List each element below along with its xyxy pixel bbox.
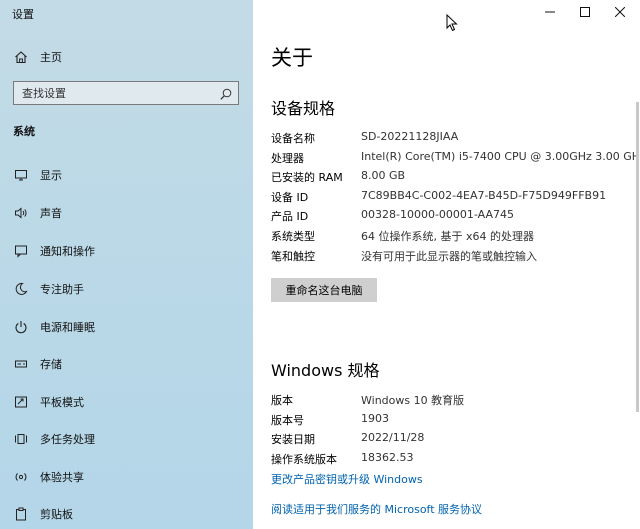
service-agreement-link[interactable]: 阅读适用于我们服务的 Microsoft 服务协议 <box>271 501 482 517</box>
sidebar-item-power[interactable]: 电源和睡眠 <box>0 312 253 342</box>
spec-key: 安装日期 <box>271 433 315 446</box>
spec-value: 没有可用于此显示器的笔或触控输入 <box>361 250 537 263</box>
spec-row: 安装日期 2022/11/28 <box>271 431 631 449</box>
clipboard-icon <box>13 506 29 522</box>
close-button[interactable] <box>610 4 630 20</box>
search-icon[interactable] <box>219 86 233 100</box>
sidebar-item-storage[interactable]: 存储 <box>0 349 253 379</box>
spec-row: 笔和触控 没有可用于此显示器的笔或触控输入 <box>271 248 631 266</box>
spec-key: 版本号 <box>271 414 304 427</box>
spec-key: 设备 ID <box>271 191 309 204</box>
sidebar-item-label: 剪贴板 <box>40 508 73 521</box>
spec-value: SD-20221128JIAA <box>361 130 459 143</box>
spec-row: 系统类型 64 位操作系统, 基于 x64 的处理器 <box>271 228 631 246</box>
change-product-key-link[interactable]: 更改产品密钥或升级 Windows <box>271 471 423 487</box>
sidebar-item-multitasking[interactable]: 多任务处理 <box>0 424 253 454</box>
sidebar-item-label: 显示 <box>40 169 62 182</box>
sidebar-item-notifications[interactable]: 通知和操作 <box>0 236 253 266</box>
spec-row: 产品 ID 00328-10000-00001-AA745 <box>271 208 631 226</box>
spec-value: Intel(R) Core(TM) i5-7400 CPU @ 3.00GHz … <box>361 150 640 163</box>
sidebar-item-label: 主页 <box>40 51 62 64</box>
sidebar-item-label: 存储 <box>40 358 62 371</box>
spec-value: 18362.53 <box>361 451 414 464</box>
device-spec-heading: 设备规格 <box>271 99 336 118</box>
spec-key: 处理器 <box>271 152 304 165</box>
spec-row: 操作系统版本 18362.53 <box>271 451 631 469</box>
sidebar-item-home[interactable]: 主页 <box>0 42 253 72</box>
scrollbar[interactable] <box>636 102 639 412</box>
search-input[interactable] <box>22 85 212 101</box>
sidebar-item-display[interactable]: 显示 <box>0 160 253 190</box>
sidebar-item-focus-assist[interactable]: 专注助手 <box>0 274 253 304</box>
sidebar-item-label: 通知和操作 <box>40 245 95 258</box>
sidebar-item-label: 声音 <box>40 207 62 220</box>
spec-value: 7C89BB4C-C002-4EA7-B45D-F75D949FFB91 <box>361 189 607 202</box>
spec-key: 产品 ID <box>271 210 309 223</box>
moon-icon <box>13 281 29 297</box>
minimize-button[interactable] <box>540 4 560 20</box>
notification-icon <box>13 243 29 259</box>
spec-row: 处理器 Intel(R) Core(TM) i5-7400 CPU @ 3.00… <box>271 150 640 168</box>
spec-key: 笔和触控 <box>271 250 315 263</box>
sidebar-item-tablet-mode[interactable]: 平板模式 <box>0 387 253 417</box>
monitor-icon <box>13 167 29 183</box>
rename-pc-button[interactable]: 重命名这台电脑 <box>271 278 377 302</box>
sidebar-item-shared-experiences[interactable]: 体验共享 <box>0 462 253 492</box>
sidebar-item-sound[interactable]: 声音 <box>0 198 253 228</box>
sidebar-item-label: 多任务处理 <box>40 433 95 446</box>
spec-row: 已安装的 RAM 8.00 GB <box>271 169 631 187</box>
main-content: 关于 设备规格 设备名称 SD-20221128JIAA 处理器 Intel(R… <box>253 0 640 529</box>
sidebar-item-label: 电源和睡眠 <box>40 321 95 334</box>
page-title: 关于 <box>271 46 313 70</box>
storage-icon <box>13 356 29 372</box>
maximize-button[interactable] <box>575 4 595 20</box>
spec-row: 版本 Windows 10 教育版 <box>271 392 631 410</box>
sidebar-item-label: 专注助手 <box>40 283 84 296</box>
spec-key: 版本 <box>271 394 293 407</box>
home-icon <box>13 49 29 65</box>
spec-key: 操作系统版本 <box>271 453 337 466</box>
mouse-cursor-icon <box>446 14 458 32</box>
spec-value: 2022/11/28 <box>361 431 425 444</box>
spec-value: 8.00 GB <box>361 169 406 182</box>
tablet-icon <box>13 394 29 410</box>
speaker-icon <box>13 205 29 221</box>
app-title: 设置 <box>12 8 34 21</box>
spec-value: 00328-10000-00001-AA745 <box>361 208 514 221</box>
maximize-icon <box>580 7 590 17</box>
sidebar: 设置 主页 系统 显示 声音 通知和操作 专注助手 <box>0 0 253 529</box>
spec-row: 版本号 1903 <box>271 412 631 430</box>
spec-value: 64 位操作系统, 基于 x64 的处理器 <box>361 230 534 243</box>
spec-key: 设备名称 <box>271 132 315 145</box>
power-icon <box>13 319 29 335</box>
search-box[interactable] <box>13 81 239 105</box>
sidebar-item-clipboard[interactable]: 剪贴板 <box>0 499 253 529</box>
spec-key: 系统类型 <box>271 230 315 243</box>
spec-key: 已安装的 RAM <box>271 171 343 184</box>
windows-spec-heading: Windows 规格 <box>271 361 380 380</box>
section-label: 系统 <box>13 125 35 138</box>
minimize-icon <box>545 11 555 13</box>
spec-row: 设备名称 SD-20221128JIAA <box>271 130 631 148</box>
spec-value: 1903 <box>361 412 389 425</box>
close-icon <box>615 7 625 17</box>
sidebar-item-label: 平板模式 <box>40 396 84 409</box>
multitask-icon <box>13 431 29 447</box>
sidebar-item-label: 体验共享 <box>40 471 84 484</box>
share-icon <box>13 469 29 485</box>
spec-row: 设备 ID 7C89BB4C-C002-4EA7-B45D-F75D949FFB… <box>271 189 631 207</box>
spec-value: Windows 10 教育版 <box>361 394 465 407</box>
